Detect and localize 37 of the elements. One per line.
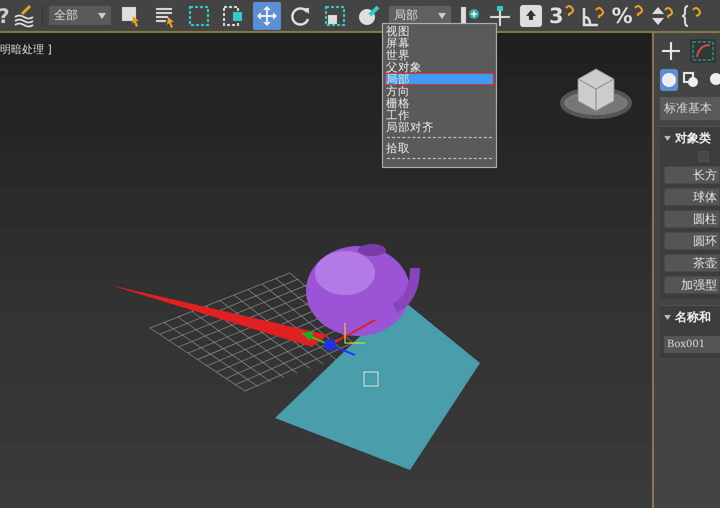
menu-item[interactable]: 栅格 <box>385 97 494 109</box>
geometry-category-button[interactable] <box>660 69 678 91</box>
menu-item[interactable]: 视图 <box>385 25 494 37</box>
viewport-label[interactable]: 明暗处理 ] <box>0 42 52 57</box>
menu-item[interactable]: 局部对齐 <box>385 121 494 133</box>
menu-item[interactable]: 屏幕 <box>385 37 494 49</box>
selection-filter-dropdown[interactable]: 全部 <box>49 6 111 25</box>
collapse-caret-icon[interactable] <box>664 315 671 320</box>
question-mark-icon <box>632 4 643 18</box>
plus-icon[interactable] <box>660 40 682 62</box>
braces-icon[interactable] <box>680 4 701 28</box>
primitive-button[interactable]: 长方 <box>664 166 720 184</box>
curve-icon[interactable] <box>690 39 716 63</box>
menu-item[interactable]: 拾取 <box>385 142 494 154</box>
caret-icon <box>98 12 106 18</box>
view-cube-icon[interactable] <box>560 68 632 119</box>
primitive-button[interactable]: 圆柱 <box>664 210 720 228</box>
caret-icon <box>438 12 446 18</box>
menu-item[interactable]: 工作 <box>385 109 494 121</box>
object-category-dropdown[interactable]: 标准基本 <box>660 97 720 120</box>
primitive-button[interactable]: 茶壶 <box>664 254 720 272</box>
primitive-button[interactable]: 球体 <box>664 188 720 206</box>
rollout-title[interactable]: 对象类 <box>675 130 711 147</box>
link-waves-icon[interactable] <box>12 4 36 28</box>
menu-item[interactable]: 父对象 <box>385 61 494 73</box>
primitive-button[interactable]: 圆环 <box>664 232 720 250</box>
geometry-icon <box>660 71 678 89</box>
move-tool-button[interactable] <box>253 2 281 30</box>
menu-item[interactable]: 方向 <box>385 85 494 97</box>
question-mark-icon <box>564 4 574 18</box>
primitive-button[interactable]: 加强型 <box>664 276 720 294</box>
axis-cross-icon[interactable] <box>487 4 513 28</box>
collapse-caret-icon[interactable] <box>664 136 671 141</box>
menu-item[interactable]: 世界 <box>385 49 494 61</box>
rollout-title[interactable]: 名称和 <box>675 309 711 326</box>
object-name-field[interactable]: Box001 <box>664 336 720 353</box>
shapes-icon <box>682 71 700 89</box>
